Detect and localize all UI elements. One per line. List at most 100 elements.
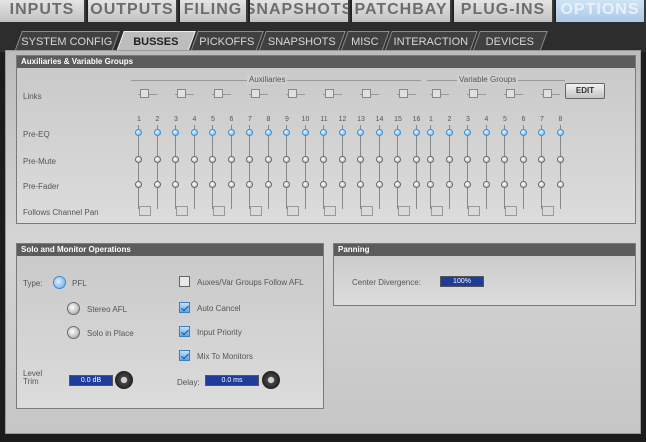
aux-15-pre-eq-button[interactable] — [394, 129, 401, 136]
vg-1-pre-eq-button[interactable] — [427, 129, 434, 136]
aux-2-pre-mute-button[interactable] — [153, 156, 161, 163]
aux-5-pre-fader-button[interactable] — [209, 181, 216, 188]
aux-3-pre-eq-button[interactable] — [172, 129, 179, 136]
checkbox-mix-to-monitors[interactable] — [179, 350, 190, 361]
aux-4-pre-eq-button[interactable] — [190, 129, 198, 136]
subtab-misc[interactable]: MISC — [340, 31, 390, 52]
aux-14-pre-eq-button[interactable] — [375, 129, 383, 136]
radio-stereo-afl[interactable] — [67, 302, 80, 315]
aux-15-pre-fader-button[interactable] — [394, 181, 401, 188]
vg-4-pre-fader-button[interactable] — [482, 181, 490, 188]
vg-8-pre-eq-button[interactable] — [556, 129, 564, 136]
vg-7-pre-eq-button[interactable] — [538, 129, 545, 136]
vg-7-pre-fader-button[interactable] — [538, 181, 545, 188]
vg-5-pre-eq-button[interactable] — [501, 129, 508, 136]
aux-13-pre-eq-button[interactable] — [357, 129, 364, 136]
vg-pair-3-follows-pan-toggle[interactable] — [505, 206, 517, 216]
aux-pair-8-follows-pan-toggle[interactable] — [398, 206, 410, 216]
aux-1-pre-mute-button[interactable] — [135, 156, 142, 163]
aux-8-pre-mute-button[interactable] — [264, 156, 272, 163]
radio-solo-in-place[interactable] — [67, 326, 80, 339]
aux-12-pre-eq-button[interactable] — [338, 129, 346, 136]
aux-16-pre-mute-button[interactable] — [412, 156, 420, 163]
vg-8-pre-fader-button[interactable] — [556, 181, 564, 188]
aux-2-pre-eq-button[interactable] — [153, 129, 161, 136]
vg-2-pre-mute-button[interactable] — [445, 156, 453, 163]
aux-16-pre-fader-button[interactable] — [412, 181, 420, 188]
aux-pair-7-follows-pan-toggle[interactable] — [361, 206, 373, 216]
vg-6-pre-mute-button[interactable] — [519, 156, 527, 163]
aux-pair-2-follows-pan-toggle[interactable] — [176, 206, 188, 216]
center-divergence-field[interactable]: 100% — [440, 276, 484, 287]
aux-14-pre-fader-button[interactable] — [375, 181, 383, 188]
checkbox-auxes-follow-afl[interactable] — [179, 276, 190, 287]
vg-1-pre-mute-button[interactable] — [427, 156, 434, 163]
vg-pair-3-link-toggle[interactable] — [506, 89, 515, 98]
tab-outputs[interactable]: OUTPUTS — [88, 0, 178, 22]
aux-10-pre-mute-button[interactable] — [301, 156, 309, 163]
vg-5-pre-mute-button[interactable] — [501, 156, 508, 163]
level-trim-field[interactable]: 0.0 dB — [69, 375, 113, 386]
level-trim-knob[interactable] — [115, 371, 133, 389]
tab-options[interactable]: OPTIONS — [556, 0, 646, 22]
edit-button[interactable]: EDIT — [565, 83, 605, 99]
aux-pair-8-link-toggle[interactable] — [399, 89, 408, 98]
aux-3-pre-fader-button[interactable] — [172, 181, 179, 188]
aux-7-pre-fader-button[interactable] — [246, 181, 253, 188]
aux-11-pre-fader-button[interactable] — [320, 181, 327, 188]
aux-pair-5-link-toggle[interactable] — [288, 89, 297, 98]
aux-pair-6-follows-pan-toggle[interactable] — [324, 206, 336, 216]
aux-6-pre-eq-button[interactable] — [227, 129, 235, 136]
aux-5-pre-mute-button[interactable] — [209, 156, 216, 163]
aux-pair-1-follows-pan-toggle[interactable] — [139, 206, 151, 216]
subtab-devices[interactable]: DEVICES — [472, 31, 548, 52]
aux-pair-1-link-toggle[interactable] — [140, 89, 149, 98]
aux-5-pre-eq-button[interactable] — [209, 129, 216, 136]
aux-2-pre-fader-button[interactable] — [153, 181, 161, 188]
vg-4-pre-mute-button[interactable] — [482, 156, 490, 163]
vg-4-pre-eq-button[interactable] — [482, 129, 490, 136]
aux-6-pre-mute-button[interactable] — [227, 156, 235, 163]
vg-2-pre-eq-button[interactable] — [445, 129, 453, 136]
tab-plug-ins[interactable]: PLUG-INS — [454, 0, 554, 22]
delay-knob[interactable] — [262, 371, 280, 389]
vg-2-pre-fader-button[interactable] — [445, 181, 453, 188]
delay-field[interactable]: 0.0 ms — [205, 375, 259, 386]
vg-pair-2-link-toggle[interactable] — [469, 89, 478, 98]
subtab-snapshots[interactable]: SNAPSHOTS — [258, 31, 346, 52]
aux-1-pre-eq-button[interactable] — [135, 129, 142, 136]
aux-14-pre-mute-button[interactable] — [375, 156, 383, 163]
aux-pair-4-follows-pan-toggle[interactable] — [250, 206, 262, 216]
vg-8-pre-mute-button[interactable] — [556, 156, 564, 163]
aux-11-pre-mute-button[interactable] — [320, 156, 327, 163]
vg-pair-4-link-toggle[interactable] — [543, 89, 552, 98]
aux-7-pre-eq-button[interactable] — [246, 129, 253, 136]
vg-5-pre-fader-button[interactable] — [501, 181, 508, 188]
vg-pair-1-follows-pan-toggle[interactable] — [431, 206, 443, 216]
checkbox-auto-cancel[interactable] — [179, 302, 190, 313]
aux-10-pre-eq-button[interactable] — [301, 129, 309, 136]
aux-15-pre-mute-button[interactable] — [394, 156, 401, 163]
tab-inputs[interactable]: INPUTS — [0, 0, 86, 22]
vg-7-pre-mute-button[interactable] — [538, 156, 545, 163]
subtab-pickoffs[interactable]: PICKOFFS — [190, 31, 264, 52]
aux-pair-6-link-toggle[interactable] — [325, 89, 334, 98]
aux-pair-4-link-toggle[interactable] — [251, 89, 260, 98]
aux-13-pre-mute-button[interactable] — [357, 156, 364, 163]
aux-pair-7-link-toggle[interactable] — [362, 89, 371, 98]
tab-patchbay[interactable]: PATCHBAY — [352, 0, 452, 22]
vg-pair-1-link-toggle[interactable] — [432, 89, 441, 98]
aux-12-pre-mute-button[interactable] — [338, 156, 346, 163]
aux-pair-3-link-toggle[interactable] — [214, 89, 223, 98]
aux-4-pre-fader-button[interactable] — [190, 181, 198, 188]
aux-7-pre-mute-button[interactable] — [246, 156, 253, 163]
aux-pair-3-follows-pan-toggle[interactable] — [213, 206, 225, 216]
vg-3-pre-mute-button[interactable] — [464, 156, 471, 163]
aux-12-pre-fader-button[interactable] — [338, 181, 346, 188]
aux-9-pre-mute-button[interactable] — [283, 156, 290, 163]
aux-9-pre-fader-button[interactable] — [283, 181, 290, 188]
vg-pair-2-follows-pan-toggle[interactable] — [468, 206, 480, 216]
aux-13-pre-fader-button[interactable] — [357, 181, 364, 188]
subtab-interaction[interactable]: INTERACTION — [384, 31, 478, 52]
aux-4-pre-mute-button[interactable] — [190, 156, 198, 163]
